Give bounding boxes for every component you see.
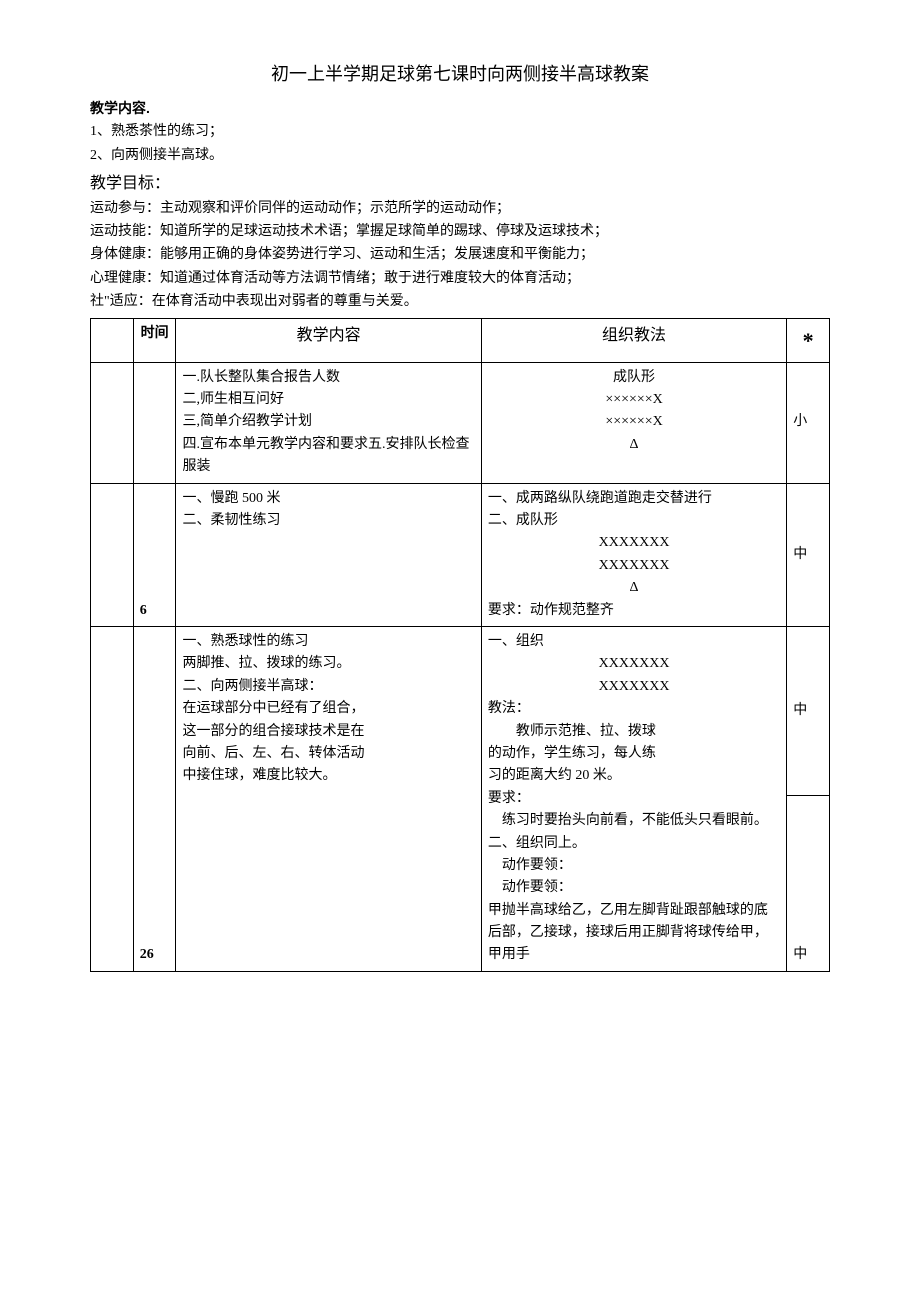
intensity-cell: 中 [787, 796, 830, 972]
goal-line: 身体健康：能够用正确的身体姿势进行学习、运动和生活；发展速度和平衡能力； [90, 244, 830, 266]
goal-line: 社"适应：在体育活动中表现出对弱者的尊重与关爱。 [90, 291, 830, 313]
method-line: 要求：动作规范整齐 [488, 600, 780, 622]
content-line: 向前、后、左、右、转体活动 [182, 743, 474, 765]
lesson-table: 时间 教学内容 组织教法 * 一.队长整队集合报告人数 二,师生相互问好 三,简… [90, 318, 830, 972]
goal-line: 心理健康：知道通过体育活动等方法调节情绪；敢于进行难度较大的体育活动； [90, 268, 830, 290]
method-line: 甲抛半高球给乙，乙用左脚背趾跟部触球的底后部，乙接球，接球后用正脚背将球传给甲，… [488, 900, 780, 967]
content-line: 一、慢跑 500 米 [182, 488, 474, 510]
method-line: 要求： [488, 788, 780, 810]
content-line: 一.队长整队集合报告人数 [182, 367, 474, 389]
header-blank [91, 318, 134, 362]
content-item: 1、熟悉茶性的练习； [90, 121, 830, 143]
content-line: 在运球部分中已经有了组合， [182, 698, 474, 720]
intensity-cell: 中 [787, 483, 830, 626]
intensity-cell: 小 [787, 362, 830, 483]
content-line: 三,简单介绍教学计划 [182, 411, 474, 433]
time-cell [133, 362, 176, 483]
method-line: 教师示范推、拉、拨球 [488, 721, 780, 743]
content-cell: 一、熟悉球性的练习 两脚推、拉、拨球的练习。 二、向两侧接半高球： 在运球部分中… [176, 627, 481, 972]
method-line: 一、组织 [488, 631, 780, 653]
method-line: XXXXXXX [488, 653, 780, 675]
content-cell: 一、慢跑 500 米 二、柔韧性练习 [176, 483, 481, 626]
method-line: 二、组织同上。 [488, 833, 780, 855]
content-line: 两脚推、拉、拨球的练习。 [182, 653, 474, 675]
method-line: Δ [488, 434, 780, 456]
method-line: 动作要领： [488, 855, 780, 877]
blank-cell [91, 483, 134, 626]
method-line: 习的距离大约 20 米。 [488, 765, 780, 787]
header-star: * [787, 318, 830, 362]
content-line: 二、柔韧性练习 [182, 510, 474, 532]
blank-cell [91, 627, 134, 972]
blank-cell [91, 362, 134, 483]
table-row: 26 一、熟悉球性的练习 两脚推、拉、拨球的练习。 二、向两侧接半高球： 在运球… [91, 627, 830, 796]
method-cell: 一、成两路纵队绕跑道跑走交替进行 二、成队形 XXXXXXX XXXXXXX Δ… [481, 483, 786, 626]
intensity-cell: 中 [787, 627, 830, 796]
method-line: 教法： [488, 698, 780, 720]
table-row: 一.队长整队集合报告人数 二,师生相互问好 三,简单介绍教学计划 四.宣布本单元… [91, 362, 830, 483]
method-cell: 成队形 ××××××X ××××××X Δ [481, 362, 786, 483]
method-line: ××××××X [488, 411, 780, 433]
table-row: 6 一、慢跑 500 米 二、柔韧性练习 一、成两路纵队绕跑道跑走交替进行 二、… [91, 483, 830, 626]
content-line: 四.宣布本单元教学内容和要求五.安排队长检查服装 [182, 434, 474, 479]
header-time: 时间 [133, 318, 176, 362]
content-line: 一、熟悉球性的练习 [182, 631, 474, 653]
method-line: 成队形 [488, 367, 780, 389]
method-line: XXXXXXX [488, 532, 780, 554]
header-content: 教学内容 [176, 318, 481, 362]
method-line: Δ [488, 577, 780, 599]
time-cell: 6 [133, 483, 176, 626]
content-line: 二、向两侧接半高球： [182, 676, 474, 698]
method-line: 的动作，学生练习，每人练 [488, 743, 780, 765]
header-method: 组织教法 [481, 318, 786, 362]
goals-heading: 教学目标： [90, 171, 830, 197]
content-cell: 一.队长整队集合报告人数 二,师生相互问好 三,简单介绍教学计划 四.宣布本单元… [176, 362, 481, 483]
method-line: 练习时要抬头向前看，不能低头只看眼前。 [488, 810, 780, 832]
goal-line: 运动参与：主动观察和评价同伴的运动动作；示范所学的运动动作； [90, 198, 830, 220]
content-heading: 教学内容. [90, 97, 830, 119]
page-title: 初一上半学期足球第七课时向两侧接半高球教案 [90, 60, 830, 89]
method-line: ××××××X [488, 389, 780, 411]
content-line: 二,师生相互问好 [182, 389, 474, 411]
method-line: 一、成两路纵队绕跑道跑走交替进行 [488, 488, 780, 510]
method-line: 动作要领： [488, 877, 780, 899]
table-header-row: 时间 教学内容 组织教法 * [91, 318, 830, 362]
method-line: XXXXXXX [488, 676, 780, 698]
content-line: 这一部分的组合接球技术是在 [182, 721, 474, 743]
method-cell: 一、组织 XXXXXXX XXXXXXX 教法： 教师示范推、拉、拨球 的动作，… [481, 627, 786, 972]
method-line: 二、成队形 [488, 510, 780, 532]
content-item: 2、向两侧接半高球。 [90, 145, 830, 167]
method-line: XXXXXXX [488, 555, 780, 577]
content-line: 中接住球，难度比较大。 [182, 765, 474, 787]
time-cell: 26 [133, 627, 176, 972]
goal-line: 运动技能：知道所学的足球运动技术术语；掌握足球简单的踢球、停球及运球技术； [90, 221, 830, 243]
